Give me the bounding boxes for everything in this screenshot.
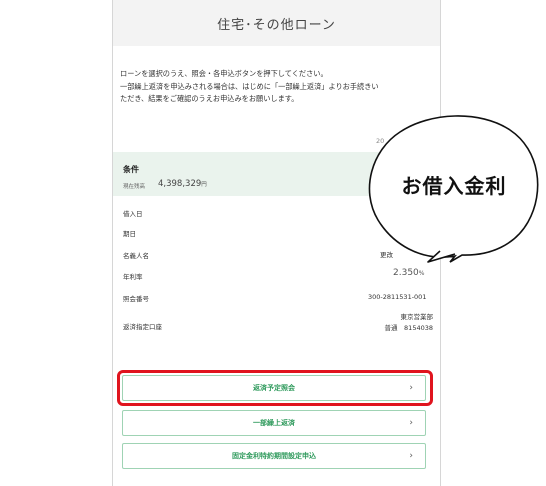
callout-text: お借入金利	[401, 174, 507, 198]
callout-bubble	[368, 115, 539, 263]
